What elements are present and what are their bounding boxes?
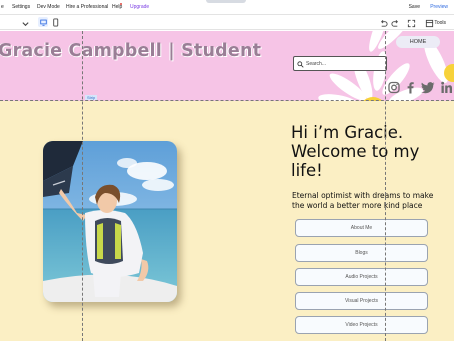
nav-home-button[interactable]: HOME <box>396 36 440 48</box>
mobile-icon[interactable] <box>51 18 60 27</box>
search-placeholder: Search... <box>306 60 327 67</box>
menu-item-upgrade[interactable]: Upgrade <box>130 4 149 10</box>
visual-projects-button[interactable]: Visual Projects <box>295 292 428 310</box>
editor-canvas: Gracie Campbell | Student Search... HOME… <box>0 31 454 341</box>
grid-guide-right <box>385 31 386 341</box>
save-button[interactable]: Save <box>409 4 420 10</box>
video-projects-button[interactable]: Video Projects <box>295 316 428 334</box>
preview-button[interactable]: Preview <box>430 4 448 10</box>
search-bar[interactable]: Search... <box>293 56 387 71</box>
hero-tagline[interactable]: Eternal optimist with dreams to make the… <box>292 191 442 211</box>
panel-handle[interactable] <box>206 0 246 3</box>
tools-label[interactable]: Tools <box>434 20 446 26</box>
editor-menu-bar: e Settings Dev Mode Hire a Professional … <box>0 0 454 15</box>
editor-toolbar: Tools <box>0 15 454 30</box>
hero-heading[interactable]: Hi i’m Gracie. Welcome to my life! <box>291 123 441 180</box>
tools-icon[interactable] <box>425 19 434 28</box>
menu-item-dev-mode[interactable]: Dev Mode <box>37 4 60 10</box>
notification-dot <box>120 3 122 5</box>
blogs-button[interactable]: Blogs <box>295 244 428 262</box>
section-divider-guide <box>0 100 454 101</box>
desktop-icon <box>40 19 47 26</box>
chevron-down-icon[interactable] <box>21 19 30 28</box>
linkedin-icon[interactable] <box>441 81 452 94</box>
menu-item-site[interactable]: e <box>1 4 4 10</box>
menu-item-hire-professional[interactable]: Hire a Professional <box>66 4 108 10</box>
menu-item-settings[interactable]: Settings <box>12 4 30 10</box>
instagram-icon[interactable] <box>388 81 400 94</box>
photo-illustration <box>43 141 177 302</box>
grid-guide-left <box>82 31 83 341</box>
search-icon <box>297 60 304 68</box>
zoom-fit-icon[interactable] <box>407 19 416 28</box>
twitter-icon[interactable] <box>421 81 435 94</box>
redo-icon[interactable] <box>391 19 400 28</box>
undo-icon[interactable] <box>379 19 388 28</box>
about-me-button[interactable]: About Me <box>295 219 428 237</box>
profile-photo[interactable] <box>43 141 177 302</box>
facebook-icon[interactable] <box>406 81 415 94</box>
audio-projects-button[interactable]: Audio Projects <box>295 268 428 286</box>
site-title[interactable]: Gracie Campbell | Student <box>0 41 261 61</box>
